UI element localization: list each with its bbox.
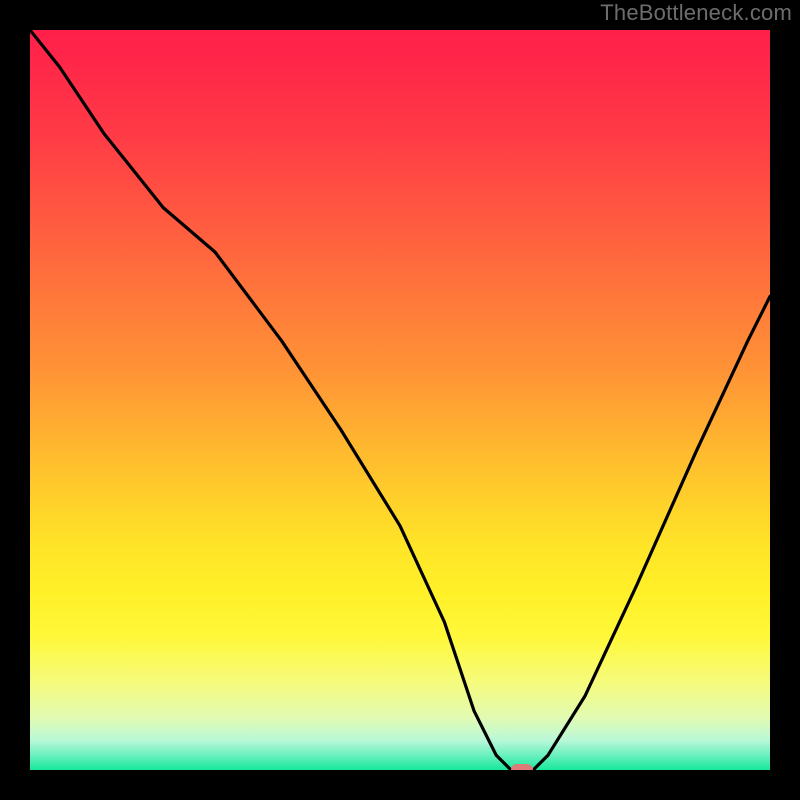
bottleneck-curve-path — [30, 30, 770, 770]
plot-area — [30, 30, 770, 770]
line-series — [30, 30, 770, 770]
optimal-point-marker — [511, 764, 533, 770]
watermark-text: TheBottleneck.com — [600, 0, 792, 26]
